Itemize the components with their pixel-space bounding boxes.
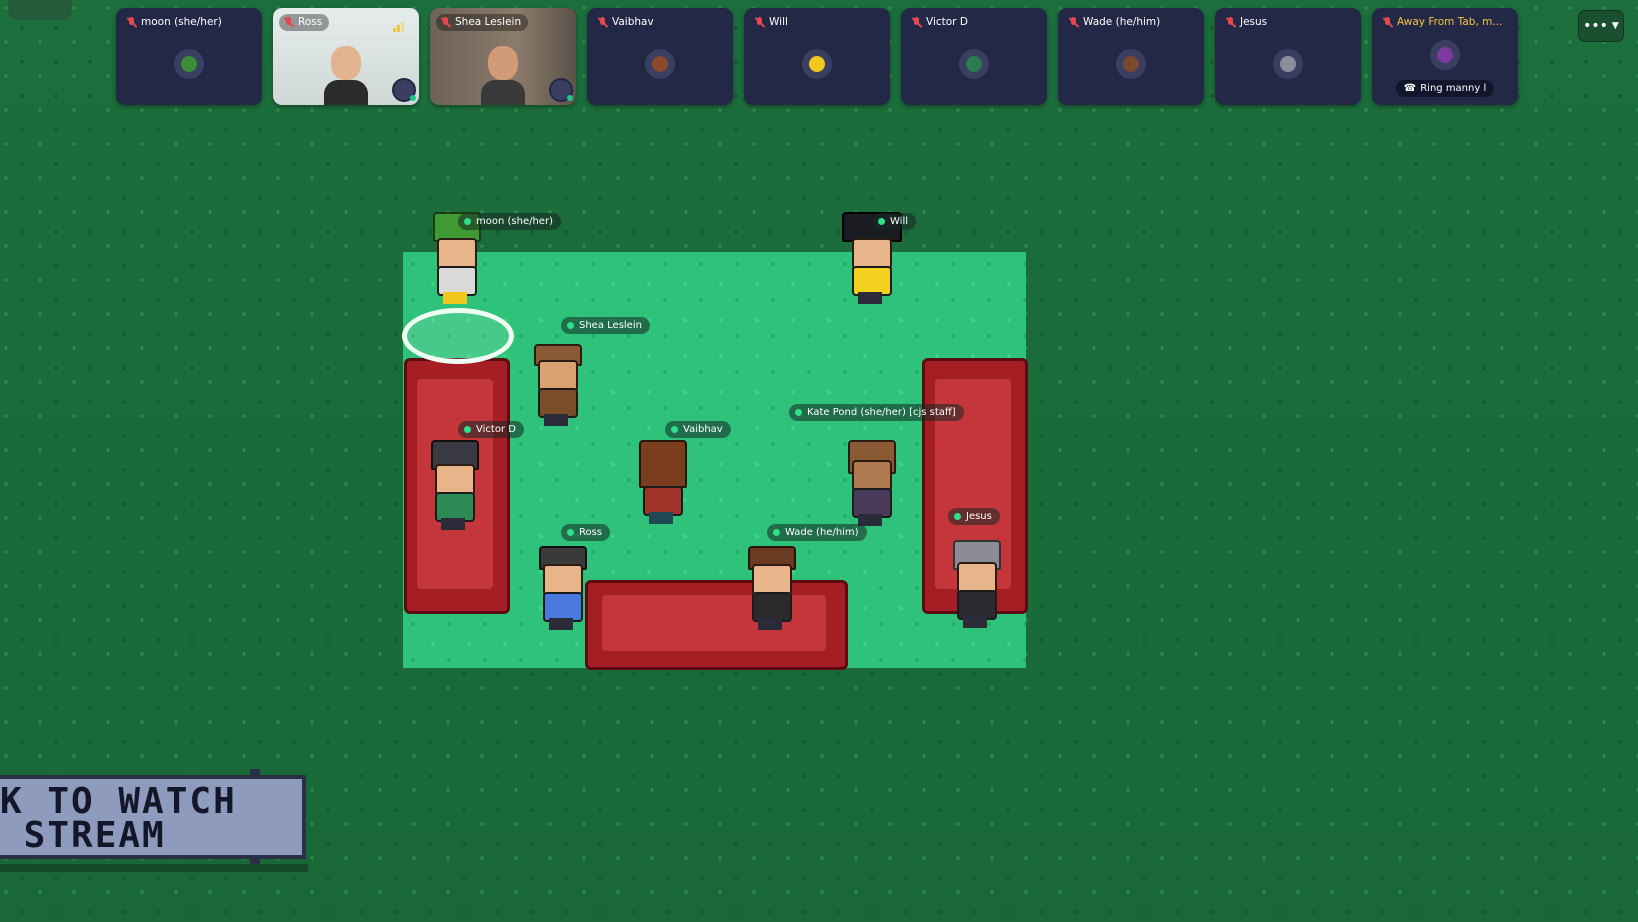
signal-strength-icon — [393, 22, 405, 32]
online-status-icon — [773, 529, 780, 536]
stream-sign[interactable]: K TO WATCH STREAM — [0, 775, 306, 859]
avatar — [174, 49, 204, 80]
mic-off-icon — [1068, 17, 1079, 28]
more-options-icon: ••• — [1583, 18, 1608, 34]
participant-name: moon (she/her) — [141, 16, 222, 28]
avatar — [1430, 39, 1460, 70]
participant-tile-moon[interactable]: moon (she/her) — [116, 8, 262, 105]
player-avatar-wade[interactable] — [742, 546, 798, 638]
online-status-icon — [567, 322, 574, 329]
participant-tile-wade[interactable]: Wade (he/him) — [1058, 8, 1204, 105]
mic-off-icon — [754, 17, 765, 28]
corner-character-fragment — [8, 0, 72, 20]
mic-off-icon — [1382, 17, 1393, 28]
player-avatar-vaibhav[interactable] — [633, 440, 689, 532]
status-message: ☎ Ring manny l — [1395, 80, 1495, 97]
participant-tile-ross[interactable]: Ross — [273, 8, 419, 105]
participant-name: Away From Tab, m... — [1397, 16, 1503, 28]
participant-name: Shea Leslein — [455, 16, 522, 28]
participant-name: Will — [769, 16, 788, 28]
participant-tile-jesus[interactable]: Jesus — [1215, 8, 1361, 105]
mic-off-icon — [1225, 17, 1236, 28]
player-avatar-victor[interactable] — [425, 440, 481, 532]
player-avatar-kate[interactable] — [842, 440, 898, 532]
player-nametag: Ross — [561, 524, 611, 541]
participant-name: Jesus — [1240, 16, 1268, 28]
participant-tile-will[interactable]: Will — [744, 8, 890, 105]
player-nametag: Kate Pond (she/her) [cjs staff] — [789, 404, 964, 421]
participant-name: Ross — [298, 16, 323, 28]
player-nametag: Victor D — [458, 421, 524, 438]
player-nametag: Jesus — [948, 508, 1000, 525]
online-status-icon — [671, 426, 678, 433]
participant-name: Wade (he/him) — [1083, 16, 1161, 28]
participant-tile-victor[interactable]: Victor D — [901, 8, 1047, 105]
participant-name: Victor D — [926, 16, 968, 28]
mic-off-icon — [597, 17, 608, 28]
avatar — [959, 49, 989, 80]
mic-off-icon — [126, 17, 137, 28]
mic-off-icon — [440, 17, 451, 28]
participant-name: Vaibhav — [612, 16, 654, 28]
mic-off-icon — [283, 17, 294, 28]
sign-shadow — [0, 864, 308, 872]
online-status-icon — [878, 218, 885, 225]
avatar — [802, 49, 832, 80]
online-status-icon — [795, 409, 802, 416]
ring-icon: ☎ — [1403, 83, 1417, 94]
chevron-down-icon: ▼ — [1611, 21, 1619, 31]
participant-tile-shea[interactable]: Shea Leslein — [430, 8, 576, 105]
online-status-icon — [464, 426, 471, 433]
player-avatar-shea[interactable] — [528, 340, 584, 432]
avatar — [549, 78, 573, 102]
participant-tile-vaibhav[interactable]: Vaibhav — [587, 8, 733, 105]
player-avatar-ross[interactable] — [533, 546, 589, 638]
player-avatar-jesus[interactable] — [947, 540, 1003, 632]
avatar — [1273, 49, 1303, 80]
online-status-icon — [464, 218, 471, 225]
participant-tile-away[interactable]: Away From Tab, m... ☎ Ring manny l — [1372, 8, 1518, 105]
avatar — [392, 78, 416, 102]
player-nametag: Will — [872, 213, 917, 230]
self-selection-ring — [402, 308, 514, 364]
player-nametag: moon (she/her) — [458, 213, 561, 230]
sofa-bottom[interactable] — [585, 580, 848, 670]
avatar — [645, 49, 675, 80]
more-options-button[interactable]: ••• ▼ — [1578, 10, 1624, 42]
online-status-icon — [567, 529, 574, 536]
player-nametag: Shea Leslein — [561, 317, 650, 334]
player-nametag: Wade (he/him) — [767, 524, 867, 541]
online-status-icon — [954, 513, 961, 520]
sign-text: K TO WATCH STREAM — [0, 781, 237, 856]
mic-off-icon — [911, 17, 922, 28]
player-nametag: Vaibhav — [665, 421, 731, 438]
avatar — [1116, 49, 1146, 80]
